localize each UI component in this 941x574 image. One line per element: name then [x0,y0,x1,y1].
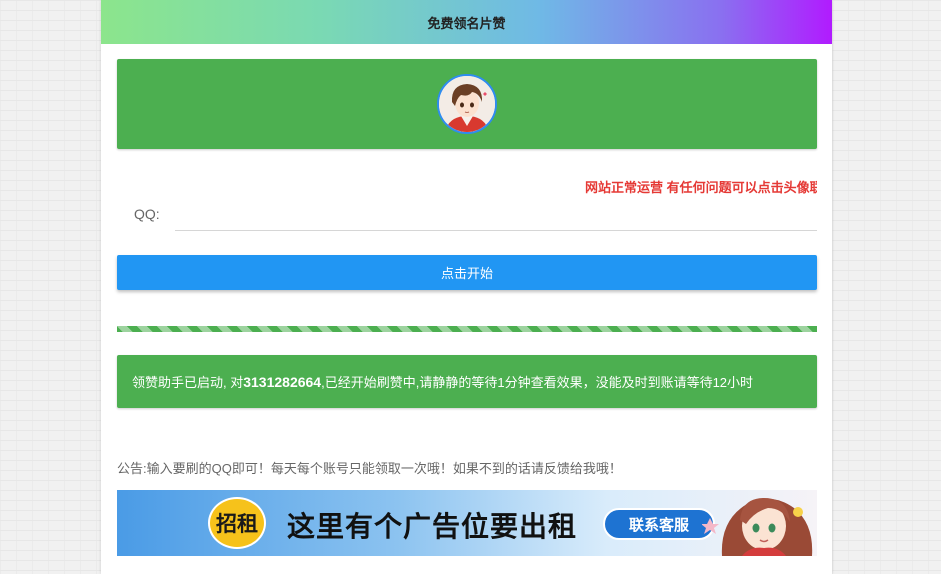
anime-boy-avatar-icon [439,76,495,132]
progress-bar [117,326,817,332]
ad-headline: 这里有个广告位要出租 [287,511,578,542]
announcement-marquee: 网站正常运营 有任何问题可以点击头像联 [117,175,817,195]
page-header: 免费领名片赞 [101,0,832,44]
qq-input[interactable] [175,200,817,231]
notice-text: 公告:输入要刷的QQ即可！每天每个账号只能领取一次哦！如果不到的话请反馈给我哦！ [117,461,622,476]
avatar[interactable] [437,74,497,134]
status-qq-number: 3131282664 [243,373,322,390]
qq-label: QQ: [134,206,160,222]
status-prefix: 领赞助手已启动, 对 [132,375,244,390]
page-title: 免费领名片赞 [427,15,506,31]
avatar-banner [117,59,817,149]
progress-bar-fill [117,326,817,332]
status-suffix: ,已经开始刷赞中,请静静的等待1分钟查看效果，没能及时到账请等待12小时 [321,375,754,390]
ad-badge: 招租 [208,497,266,549]
marquee-text: 网站正常运营 有任何问题可以点击头像联 [585,180,817,195]
main-card: 免费领名片赞 网站正常运营 有任何问题可以点击头像联 QQ: 点击开始 领赞助手… [101,0,832,574]
ad-banner[interactable]: 招租 这里有个广告位要出租 联系客服 [117,490,817,556]
contact-service-button[interactable]: 联系客服 [603,508,715,540]
anime-girl-illustration-icon [702,498,813,556]
start-button[interactable]: 点击开始 [117,255,817,290]
status-message: 领赞助手已启动, 对 3131282664 ,已经开始刷赞中,请静静的等待1分钟查看… [117,355,817,408]
